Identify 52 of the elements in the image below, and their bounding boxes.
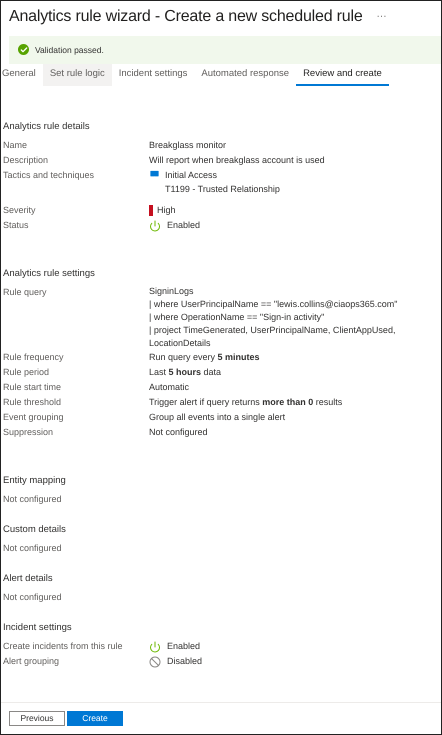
- field-value: Automatic: [149, 381, 190, 394]
- tab[interactable]: Review and create: [296, 64, 389, 86]
- tab[interactable]: Automated response: [194, 64, 296, 86]
- field-label: Suppression: [3, 426, 54, 439]
- field-value: Run query every 5 minutes: [149, 351, 260, 364]
- check-icon: [18, 44, 29, 56]
- tactic-name: Initial Access: [165, 169, 218, 182]
- section-heading: Custom details: [3, 523, 67, 537]
- severity-label: High: [157, 204, 176, 217]
- status-label: Enabled: [167, 640, 200, 653]
- section-heading: Incident settings: [3, 621, 73, 635]
- section-note: Not configured: [3, 591, 63, 604]
- section-heading: Alert details: [3, 572, 54, 586]
- section-note: Not configured: [3, 542, 63, 555]
- section-heading: Analytics rule details: [3, 120, 91, 134]
- section-note: Not configured: [3, 493, 63, 506]
- more-button[interactable]: ···: [376, 9, 387, 24]
- section-heading: Entity mapping: [3, 474, 67, 488]
- tab[interactable]: Incident settings: [112, 64, 194, 86]
- field-value: Will report when breakglass account is used: [149, 154, 325, 167]
- status-label: Disabled: [167, 655, 202, 668]
- query-line: | where OperationName == "Sign-in activity": [149, 311, 326, 324]
- field-label: Severity: [3, 204, 37, 217]
- field-label: Tactics and techniques: [3, 169, 96, 182]
- field-label: Rule threshold: [3, 396, 62, 409]
- section-heading: Analytics rule settings: [3, 267, 96, 281]
- banner-text: Validation passed.: [35, 44, 104, 56]
- field-value: Breakglass monitor: [149, 139, 226, 152]
- field-label: Rule period: [3, 366, 50, 379]
- technique-name: T1199 - Trusted Relationship: [165, 183, 280, 196]
- field-label: Name: [3, 139, 28, 152]
- page-title: Analytics rule wizard - Create a new scheduled rule: [9, 6, 363, 26]
- status-label: Enabled: [167, 219, 200, 232]
- field-label: Rule frequency: [3, 351, 65, 364]
- create-button[interactable]: Create: [67, 711, 123, 726]
- tab[interactable]: General: [1, 64, 43, 86]
- query-line: | project TimeGenerated, UserPrincipalName, ClientAppUsed, LocationDetails: [149, 324, 396, 350]
- field-label: Create incidents from this rule: [3, 640, 124, 653]
- tab[interactable]: Set rule logic: [42, 64, 112, 86]
- field-label: Status: [3, 219, 30, 232]
- field-label: Rule start time: [3, 381, 62, 394]
- field-value: Group all events into a single alert: [149, 411, 286, 424]
- field-label: Event grouping: [3, 411, 65, 424]
- field-value: Last 5 hours data: [149, 366, 222, 379]
- field-label: Rule query: [3, 286, 48, 299]
- previous-button[interactable]: Previous: [9, 711, 65, 726]
- field-label: Description: [3, 154, 50, 167]
- query-line: | where UserPrincipalName == "lewis.collins@ciaops365.com": [149, 298, 398, 311]
- field-value: Trigger alert if query returns more than 0 results: [149, 396, 342, 409]
- field-value: Not configured: [149, 426, 208, 439]
- query-line: SigninLogs: [149, 285, 195, 298]
- field-label: Alert grouping: [3, 655, 60, 668]
